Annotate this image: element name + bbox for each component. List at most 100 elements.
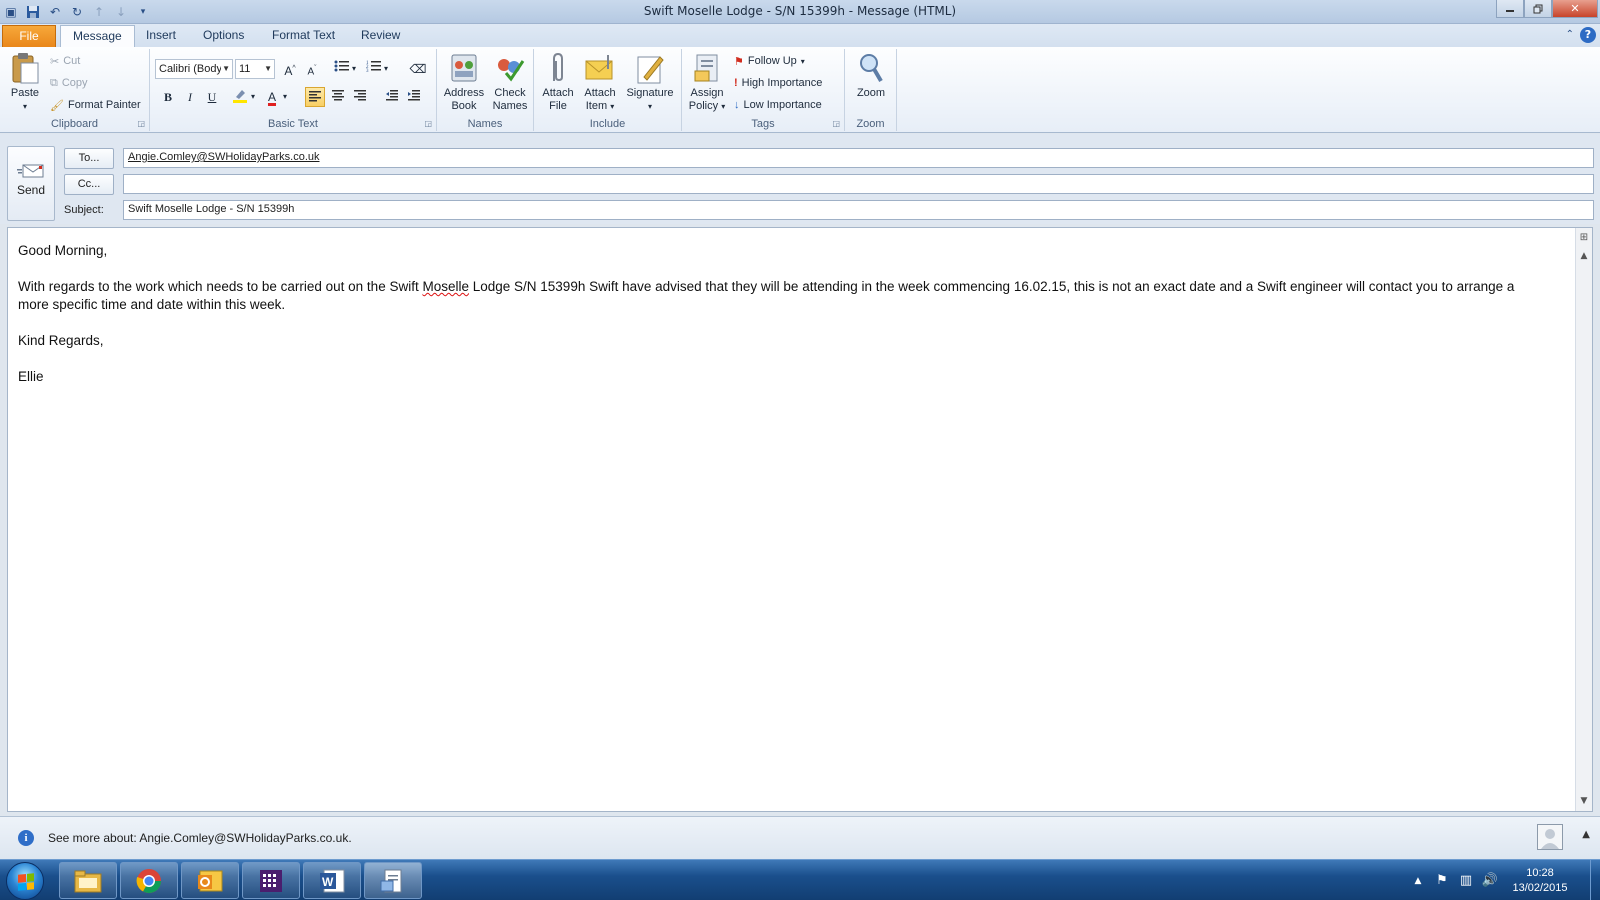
action-center-flag-icon[interactable]: ⚑ [1432, 871, 1452, 891]
taskbar-explorer[interactable] [59, 862, 117, 899]
network-icon[interactable]: ▥ [1456, 871, 1476, 891]
volume-icon[interactable]: 🔊 [1480, 871, 1500, 891]
check-names-button[interactable]: Check Names [487, 51, 533, 113]
tab-format-text[interactable]: Format Text [260, 25, 347, 47]
decrease-indent-icon[interactable] [382, 87, 402, 107]
taskbar-chrome[interactable] [120, 862, 178, 899]
tab-insert[interactable]: Insert [134, 25, 188, 47]
tab-message[interactable]: Message [60, 25, 135, 47]
start-button[interactable] [6, 862, 44, 900]
highlight-icon[interactable] [230, 87, 250, 107]
clear-formatting-icon[interactable]: ⌫ [408, 59, 428, 79]
people-pane-text[interactable]: See more about: Angie.Comley@SWHolidayPa… [48, 831, 352, 845]
underline-button[interactable]: U [202, 87, 222, 107]
grow-font-icon[interactable]: A^ [280, 59, 300, 79]
font-name-combo[interactable]: Calibri (Body) ▼ [155, 59, 233, 79]
attach-item-button[interactable]: Attach Item ▾ [578, 51, 622, 113]
scroll-down-arrow-icon[interactable]: ▼ [1576, 793, 1592, 809]
scroll-up-arrow-icon[interactable]: ▲ [1576, 248, 1592, 264]
ribbon-tabs: File Message Insert Options Format Text … [0, 24, 1600, 47]
clock-time: 10:28 [1526, 866, 1554, 879]
avatar[interactable] [1537, 824, 1563, 850]
vertical-scrollbar[interactable]: ⊞ ▲ ▼ [1575, 228, 1592, 811]
attach-file-button[interactable]: Attach File [538, 51, 578, 113]
recipient-chip[interactable]: Angie.Comley@SWHolidayParks.co.uk [128, 151, 320, 163]
low-importance-button[interactable]: ↓ Low Importance [734, 95, 822, 115]
cc-field[interactable] [123, 174, 1594, 194]
expand-people-pane-icon[interactable]: ▲ [1582, 829, 1590, 840]
restore-button[interactable] [1524, 0, 1552, 18]
zoom-group: Zoom Zoom [845, 49, 897, 131]
tab-options[interactable]: Options [191, 25, 256, 47]
include-group: Attach File Attach Item ▾ Signature ▾ In… [534, 49, 682, 131]
taskbar-word[interactable]: W [303, 862, 361, 899]
subject-field[interactable]: Swift Moselle Lodge - S/N 15399h [123, 200, 1594, 220]
chevron-down-icon: ▼ [222, 64, 230, 73]
assign-policy-button[interactable]: Assign Policy ▾ [686, 51, 728, 113]
chevron-down-icon[interactable]: ▾ [349, 59, 359, 79]
show-hidden-icons-icon[interactable]: ▲ [1408, 871, 1428, 891]
align-right-icon[interactable] [350, 87, 370, 107]
message-header: Send To... Angie.Comley@SWHolidayParks.c… [0, 134, 1600, 224]
zoom-button[interactable]: Zoom [849, 51, 893, 100]
clipboard-group: Paste ▾ ✂ Cut ⧉ Copy 🖌 Format Painter Clipb… [0, 49, 150, 131]
cc-button[interactable]: Cc... [64, 174, 114, 195]
tab-review[interactable]: Review [349, 25, 412, 47]
taskbar-outlook[interactable] [181, 862, 239, 899]
paste-icon [9, 51, 41, 85]
basic-text-group: Calibri (Body) ▼ 11 ▼ A^ Aˇ ▾ 123 ▾ ⌫ B I … [150, 49, 437, 131]
cut-button[interactable]: ✂ Cut [50, 51, 80, 71]
svg-text:3: 3 [366, 69, 369, 73]
body-text[interactable]: Good Morning, With regards to the work w… [18, 242, 1548, 404]
tags-dialog-launcher-icon[interactable]: ◲ [832, 119, 840, 128]
chevron-down-icon[interactable]: ▾ [381, 59, 391, 79]
signature-button[interactable]: Signature ▾ [622, 51, 678, 113]
ruler-toggle-icon[interactable]: ⊞ [1576, 230, 1592, 246]
shrink-font-icon[interactable]: Aˇ [302, 59, 322, 79]
help-icon[interactable]: ? [1580, 27, 1596, 43]
chevron-down-icon: ▼ [264, 64, 272, 73]
basic-text-dialog-launcher-icon[interactable]: ◲ [424, 119, 432, 128]
show-desktop-button[interactable] [1590, 860, 1600, 900]
window-title: Swift Moselle Lodge - S/N 15399h - Messa… [643, 4, 957, 18]
magnifier-icon [855, 51, 887, 85]
assign-policy-icon [691, 51, 723, 85]
chevron-down-icon[interactable]: ▾ [280, 87, 290, 107]
taskbar-message-window[interactable] [364, 862, 422, 899]
font-size-combo[interactable]: 11 ▼ [235, 59, 275, 79]
misspelled-word[interactable]: Moselle [422, 279, 469, 294]
arrow-down-icon: ↓ [734, 99, 740, 111]
minimize-ribbon-icon[interactable]: ⌃ [1566, 27, 1574, 43]
tab-file[interactable]: File [2, 25, 56, 47]
taskbar-calendar-app[interactable] [242, 862, 300, 899]
copy-icon: ⧉ [50, 76, 58, 89]
send-button[interactable]: Send [7, 146, 55, 221]
italic-button[interactable]: I [180, 87, 200, 107]
bold-button[interactable]: B [158, 87, 178, 107]
zoom-group-label: Zoom [856, 118, 885, 130]
scissors-icon: ✂ [50, 55, 60, 68]
clipboard-dialog-launcher-icon[interactable]: ◲ [137, 119, 145, 128]
copy-button[interactable]: ⧉ Copy [50, 73, 88, 93]
address-book-button[interactable]: Address Book [441, 51, 487, 113]
follow-up-button[interactable]: ⚑ Follow Up ▾ [734, 51, 805, 71]
calendar-grid-icon [260, 869, 282, 892]
high-importance-button[interactable]: ! High Importance [734, 73, 822, 93]
increase-indent-icon[interactable] [404, 87, 424, 107]
minimize-button[interactable] [1496, 0, 1524, 18]
system-tray: ▲ ⚑ ▥ 🔊 10:28 13/02/2015 [1408, 860, 1600, 900]
clipboard-group-label: Clipboard [50, 118, 99, 130]
include-group-label: Include [589, 118, 626, 130]
to-button[interactable]: To... [64, 148, 114, 169]
format-painter-button[interactable]: 🖌 Format Painter [50, 95, 141, 115]
chevron-down-icon[interactable]: ▾ [248, 87, 258, 107]
document-icon [380, 869, 402, 892]
align-center-icon[interactable] [328, 87, 348, 107]
close-button[interactable]: ✕ [1552, 0, 1598, 18]
clock[interactable]: 10:28 13/02/2015 [1504, 866, 1576, 896]
align-left-icon[interactable] [305, 87, 325, 107]
to-field[interactable]: Angie.Comley@SWHolidayParks.co.uk [123, 148, 1594, 168]
font-color-icon[interactable]: A [262, 87, 282, 107]
paste-button[interactable]: Paste ▾ [6, 51, 44, 113]
message-body[interactable]: Good Morning, With regards to the work w… [7, 227, 1593, 812]
